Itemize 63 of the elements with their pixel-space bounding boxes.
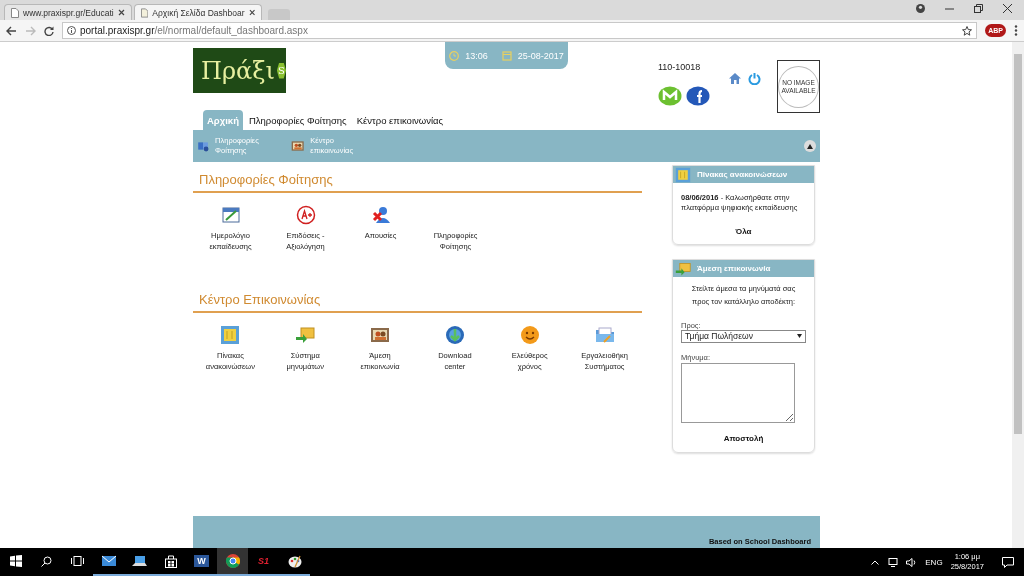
language-indicator[interactable]: ENG (925, 557, 943, 567)
back-icon[interactable] (6, 25, 17, 36)
start-icon[interactable] (9, 555, 22, 567)
browser-app-icon[interactable] (225, 554, 240, 568)
store-icon[interactable] (164, 554, 177, 568)
board-icon (675, 166, 691, 183)
grade-icon (295, 205, 316, 225)
app-logo-icon[interactable]: S1 (258, 556, 269, 566)
folder-icon (594, 325, 615, 345)
recipient-dropdown[interactable]: Τμήμα Πωλήσεων (681, 329, 806, 343)
task-view-icon[interactable] (71, 556, 84, 566)
scrollbar[interactable] (1012, 42, 1024, 548)
calendar-icon (220, 205, 241, 225)
globe-icon (444, 325, 465, 345)
message-field[interactable] (681, 362, 795, 423)
info-icon[interactable] (67, 26, 76, 35)
close-icon[interactable] (118, 9, 125, 16)
card-title: Πίνακας ανακοινώσεων (697, 170, 788, 179)
address-bar[interactable]: portal.praxispr.gr/el/normal/default_dashboard.aspx (62, 22, 978, 39)
section-heading: Κέντρο Επικοινωνίας (193, 282, 642, 313)
people-picture-icon (370, 325, 391, 345)
browser-tab[interactable]: www.praxispr.gr/Educati (4, 4, 132, 20)
word-app-icon[interactable]: W (194, 555, 209, 567)
collapse-button[interactable] (804, 140, 816, 152)
facebook-icon[interactable] (686, 86, 710, 106)
send-button[interactable]: Αποστολή (717, 432, 770, 444)
browser-tab[interactable]: Αρχική Σελίδα Dashboar (134, 4, 262, 20)
envelope-icon (675, 260, 691, 277)
envelope-icon (295, 325, 316, 345)
menu-icon[interactable] (1014, 25, 1018, 36)
chevron-up-icon[interactable] (871, 559, 880, 565)
board-icon (220, 325, 241, 345)
network-icon[interactable] (887, 557, 899, 567)
card-title: Άμεση επικοινωνία (697, 264, 771, 274)
profile-icon[interactable] (916, 3, 925, 13)
section-heading: Πληροφορίες Φοίτησης (193, 162, 642, 193)
person-icon (370, 205, 391, 225)
time-text: 13:06 (465, 50, 488, 61)
user-code: 110-10018 (658, 62, 702, 72)
nav-tab[interactable]: Κέντρο επικοινωνίας (352, 110, 448, 130)
close-icon[interactable] (1003, 3, 1012, 13)
laptop-icon[interactable] (132, 555, 147, 567)
up-arrow-icon (807, 143, 813, 149)
all-link[interactable]: Όλα (673, 219, 814, 245)
nav-tab[interactable]: Πληροφορίες Φοίτησης (244, 110, 351, 130)
reload-icon[interactable] (44, 25, 54, 36)
calendar-icon (501, 50, 512, 61)
smiley-icon (519, 325, 540, 345)
volume-icon[interactable] (906, 557, 918, 567)
dropdown-arrow-icon (797, 334, 802, 339)
page-icon (11, 7, 19, 18)
power-icon[interactable] (748, 72, 761, 85)
star-icon[interactable] (962, 25, 973, 36)
notifications-icon[interactable] (1002, 556, 1014, 568)
clock-icon (449, 50, 460, 61)
date-text: 25-08-2017 (517, 50, 564, 61)
search-icon[interactable] (41, 555, 52, 567)
restore-icon[interactable] (974, 3, 983, 13)
mail-app-icon[interactable] (101, 555, 116, 567)
page-icon (141, 7, 149, 18)
paint-palette-icon[interactable] (287, 554, 302, 568)
home-icon[interactable] (728, 72, 742, 85)
close-icon[interactable] (248, 9, 255, 16)
